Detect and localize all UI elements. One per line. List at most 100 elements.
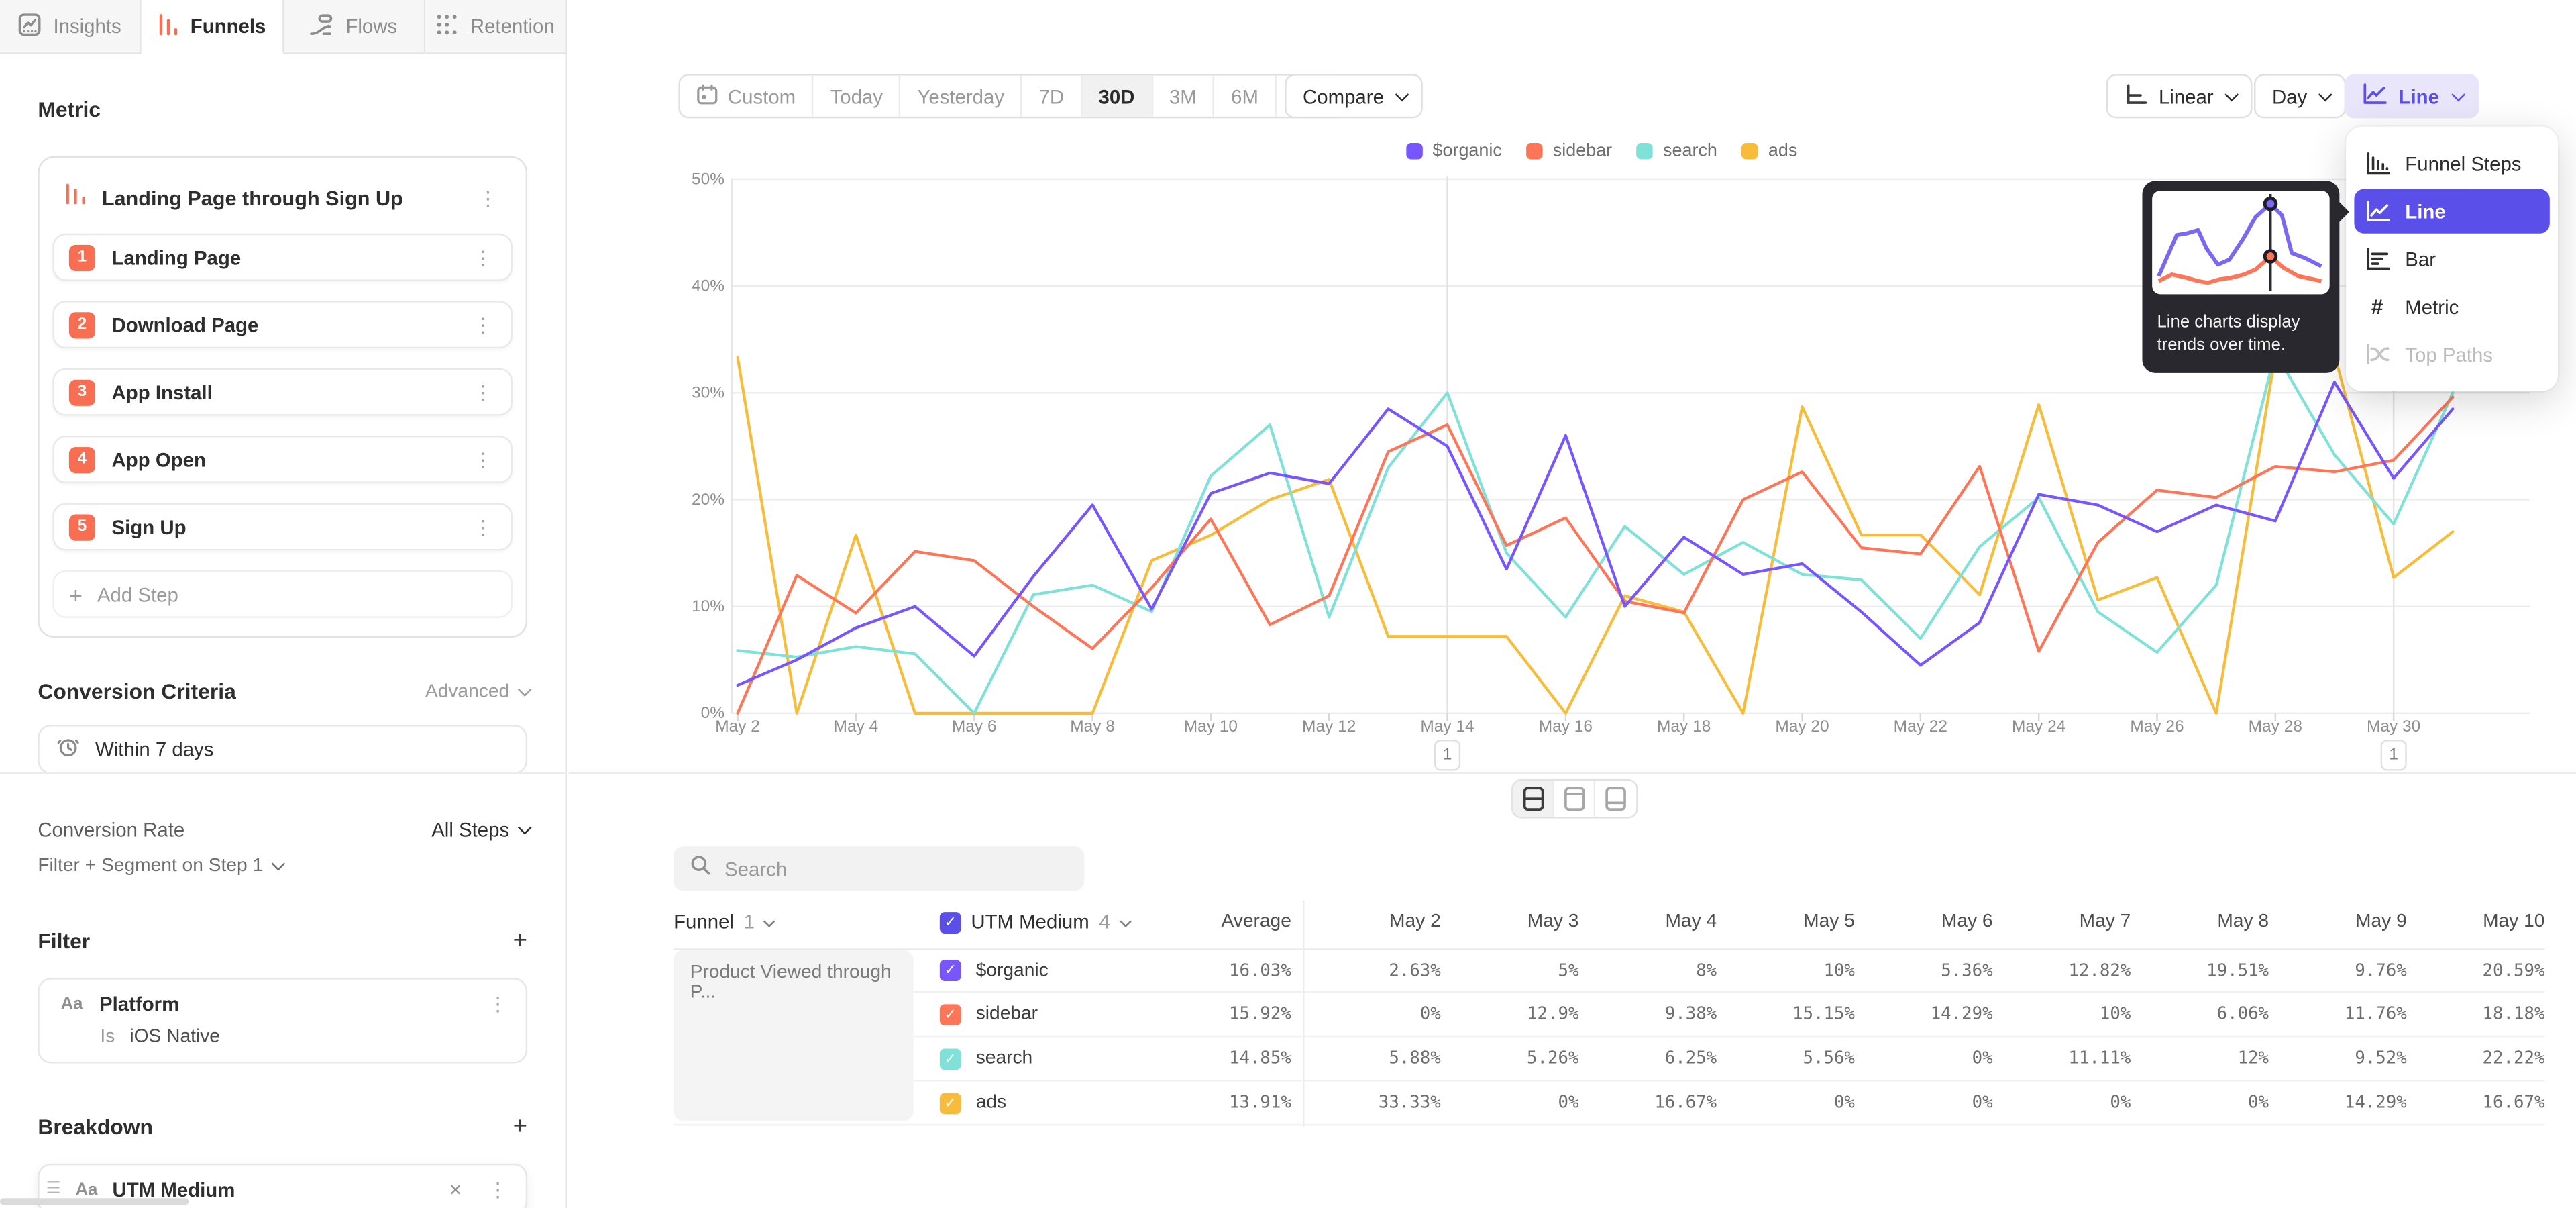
value-cell: 9.52% (2269, 1048, 2407, 1068)
table-row[interactable]: ✓sidebar15.92%0%12.9%9.38%15.15%14.29%10… (674, 993, 2544, 1037)
series-line-organic[interactable] (738, 382, 2453, 685)
conversion-window-card[interactable]: Within 7 days (38, 725, 527, 774)
breakdown-column-dropdown[interactable]: ✓ UTM Medium 4 (920, 911, 1133, 934)
menu-item-line[interactable]: Line (2354, 189, 2549, 234)
layout-chart-table-button[interactable] (1513, 781, 1554, 817)
menu-item-bar[interactable]: Bar (2354, 237, 2549, 281)
search-input[interactable] (724, 857, 1068, 880)
chevron-down-icon (2319, 87, 2333, 101)
column-header-may-3[interactable]: May 3 (1441, 912, 1579, 932)
step-kebab-icon[interactable]: ⋮ (468, 248, 498, 267)
range-custom[interactable]: Custom (680, 76, 814, 117)
funnel-column-dropdown[interactable]: Funnel 1 (674, 911, 920, 934)
value-cell: 5% (1441, 960, 1579, 980)
series-line-search[interactable] (738, 352, 2453, 713)
funnel-bars-icon (64, 183, 87, 214)
row-label: search (976, 1048, 1033, 1068)
column-header-may-9[interactable]: May 9 (2269, 912, 2407, 932)
column-header-may-2[interactable]: May 2 (1291, 912, 1441, 932)
compare-button[interactable]: Compare (1285, 74, 1424, 118)
filter-kebab-icon[interactable]: ⋮ (483, 995, 513, 1014)
funnel-steps-icon (2364, 151, 2390, 176)
add-step-button[interactable]: + Add Step (52, 570, 513, 618)
column-header-may-8[interactable]: May 8 (2131, 912, 2269, 932)
table-row[interactable]: ✓ads13.91%33.33%0%16.67%0%0%0%0%14.29%16… (674, 1081, 2544, 1125)
step-kebab-icon[interactable]: ⋮ (468, 315, 498, 334)
step-kebab-icon[interactable]: ⋮ (468, 382, 498, 401)
x-axis-tick: May 18 (1642, 718, 1727, 736)
range-3m[interactable]: 3M (1152, 76, 1214, 117)
filter-segment-toggle[interactable]: Filter + Segment on Step 1 (38, 856, 527, 876)
range-6m[interactable]: 6M (1215, 76, 1277, 117)
breakdown-kebab-icon[interactable]: ⋮ (483, 1179, 513, 1199)
legend-swatch (1406, 143, 1422, 159)
step-kebab-icon[interactable]: ⋮ (468, 450, 498, 469)
row-checkbox[interactable]: ✓ (940, 1048, 961, 1069)
menu-item-metric[interactable]: #Metric (2354, 285, 2549, 329)
legend-item-organic[interactable]: $organic (1406, 142, 1502, 161)
tab-insights[interactable]: Insights (0, 0, 142, 54)
chart-type-label: Line (2399, 85, 2439, 107)
y-axis-tick: 50% (663, 171, 724, 189)
filter-heading-row: Filter + (38, 927, 527, 955)
column-header-may-10[interactable]: May 10 (2407, 912, 2545, 932)
menu-item-funnel-steps[interactable]: Funnel Steps (2354, 142, 2549, 186)
legend-item-search[interactable]: search (1637, 142, 1717, 161)
funnel-step-2[interactable]: 2Download Page⋮ (52, 301, 513, 348)
x-axis-tick: May 12 (1287, 718, 1372, 736)
filter-card-platform[interactable]: Aa Platform ⋮ Is iOS Native (38, 978, 527, 1063)
layout-chart-only-button[interactable] (1554, 781, 1595, 817)
funnel-step-5[interactable]: 5Sign Up⋮ (52, 503, 513, 550)
tab-retention[interactable]: Retention (425, 0, 567, 54)
column-header-may-6[interactable]: May 6 (1855, 912, 1993, 932)
legend-item-ads[interactable]: ads (1742, 142, 1798, 161)
row-checkbox[interactable]: ✓ (940, 960, 961, 981)
funnel-step-1[interactable]: 1Landing Page⋮ (52, 234, 513, 281)
funnel-kebab-icon[interactable]: ⋮ (473, 188, 502, 207)
add-filter-button[interactable]: + (513, 927, 527, 955)
breakdown-select-all-checkbox[interactable]: ✓ (940, 911, 961, 933)
annotation-badge[interactable]: 1 (2381, 740, 2407, 771)
chevron-down-icon (2225, 87, 2239, 101)
remove-breakdown-icon[interactable]: × (443, 1176, 468, 1201)
annotation-badge[interactable]: 1 (1434, 740, 1460, 771)
granularity-dropdown[interactable]: Day (2254, 74, 2347, 118)
funnel-metric-header[interactable]: Landing Page through Sign Up ⋮ (52, 172, 513, 234)
horizontal-scrollbar[interactable] (0, 1198, 189, 1205)
funnel-name-cell[interactable]: Product Viewed through P... (674, 950, 914, 1121)
legend-item-sidebar[interactable]: sidebar (1527, 142, 1613, 161)
funnel-title: Landing Page through Sign Up (102, 187, 458, 209)
advanced-dropdown[interactable]: Advanced (425, 681, 527, 701)
chart-type-dropdown[interactable]: Line (2345, 74, 2479, 118)
add-breakdown-button[interactable]: + (513, 1113, 527, 1141)
range-today[interactable]: Today (814, 76, 901, 117)
range-30d[interactable]: 30D (1082, 76, 1152, 117)
value-cell: 15.15% (1717, 1004, 1855, 1023)
range-label: Yesterday (917, 85, 1004, 107)
table-row[interactable]: ✓search14.85%5.88%5.26%6.25%5.56%0%11.11… (674, 1037, 2544, 1081)
range-7d[interactable]: 7D (1022, 76, 1082, 117)
menu-item-label: Line (2405, 200, 2445, 223)
range-yesterday[interactable]: Yesterday (901, 76, 1022, 117)
tab-funnels[interactable]: Funnels (142, 0, 283, 54)
row-checkbox[interactable]: ✓ (940, 1003, 961, 1025)
column-header-may-7[interactable]: May 7 (1993, 912, 2131, 932)
scale-label: Linear (2159, 85, 2214, 107)
drag-handle-icon[interactable]: ☰ (46, 1180, 61, 1198)
step-kebab-icon[interactable]: ⋮ (468, 517, 498, 536)
breakdown-heading-row: Breakdown + (38, 1113, 527, 1141)
funnel-step-3[interactable]: 3App Install⋮ (52, 368, 513, 416)
column-header-may-5[interactable]: May 5 (1717, 912, 1855, 932)
tab-flows[interactable]: Flows (283, 0, 425, 54)
series-line-ads[interactable] (738, 354, 2453, 713)
layout-table-only-button[interactable] (1595, 781, 1636, 817)
conversion-rate-dropdown[interactable]: All Steps (431, 819, 527, 842)
column-header-may-4[interactable]: May 4 (1578, 912, 1717, 932)
table-row[interactable]: ✓$organic16.03%2.63%5%8%10%5.36%12.82%19… (674, 948, 2544, 993)
scale-dropdown[interactable]: Linear (2106, 74, 2253, 118)
funnel-step-4[interactable]: 4App Open⋮ (52, 436, 513, 483)
row-checkbox[interactable]: ✓ (940, 1092, 961, 1113)
column-header-average[interactable]: Average (1134, 912, 1291, 932)
search-icon (690, 854, 712, 883)
add-step-label: Add Step (97, 583, 178, 605)
